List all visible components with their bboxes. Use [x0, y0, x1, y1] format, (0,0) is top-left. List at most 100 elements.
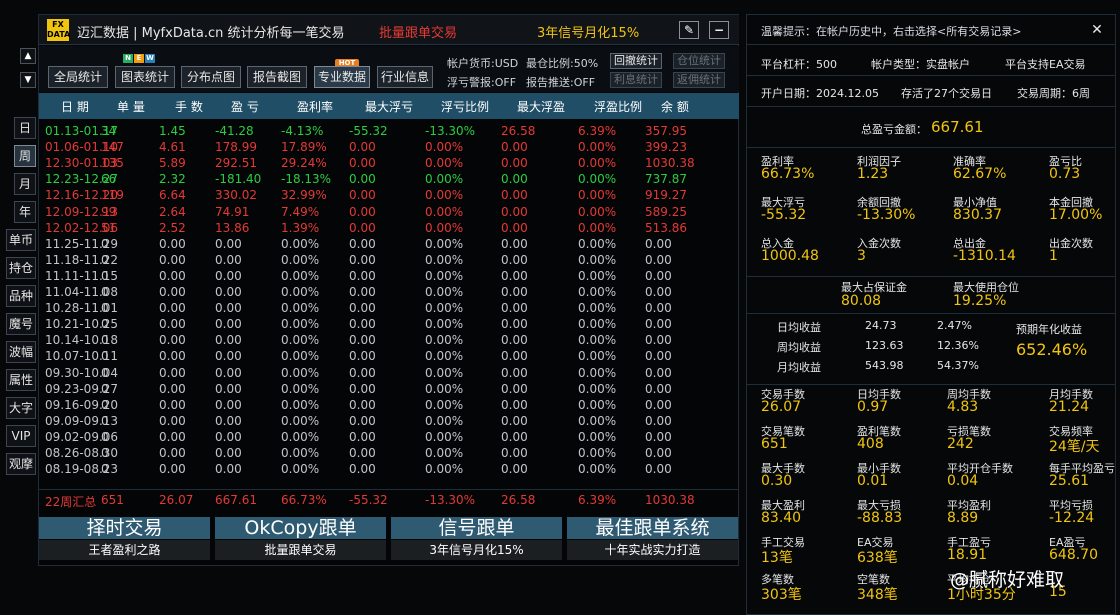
scroll-down-button[interactable]: ▼ [20, 72, 36, 88]
table-cell: 0.00% [425, 365, 464, 380]
minimize-icon[interactable]: − [709, 21, 729, 39]
table-cell: 0.00% [425, 349, 464, 364]
table-row[interactable]: 08.26-08.30 0 0.00 0.00 0.00% 0.00 0.00% 0.00 0.… [39, 446, 739, 462]
table-row[interactable]: 09.02-09.06 0 0.00 0.00 0.00% 0.00 0.00% 0.00 0.… [39, 430, 739, 446]
position-stats-button[interactable]: 仓位统计 [673, 53, 725, 69]
toolbar-button-1[interactable]: 图表统计 [115, 66, 175, 88]
table-row[interactable]: 11.11-11.15 0 0.00 0.00 0.00% 0.00 0.00% 0.00 0.… [39, 269, 739, 285]
table-row[interactable]: 09.09-09.13 0 0.00 0.00 0.00% 0.00 0.00% 0.00 0.… [39, 414, 739, 430]
table-cell: 0.00% [578, 172, 617, 187]
stat-value: 348笔 [857, 587, 898, 603]
table-cell: 0.00 [349, 381, 376, 396]
table-cell: 34 [101, 124, 117, 138]
tip-text: 温馨提示：在帐户历史中，右击选择<所有交易记录> [761, 25, 1022, 38]
filter-tab-0[interactable]: 单币 [6, 229, 36, 251]
scroll-up-button[interactable]: ▲ [20, 48, 36, 64]
table-row[interactable]: 12.09-12.13 99 2.64 74.91 7.49% 0.00 0.00% 0.00… [39, 205, 739, 221]
filter-tab-4[interactable]: 波幅 [6, 341, 36, 363]
trading-period: 交易周期：6周 [1017, 87, 1090, 100]
close-icon[interactable]: ✕ [1089, 22, 1105, 38]
table-cell: 0.00 [501, 204, 528, 219]
table-cell: 0.00% [281, 301, 320, 316]
filter-tab-6[interactable]: 大字 [6, 397, 36, 419]
filter-tab-2[interactable]: 品种 [6, 285, 36, 307]
period-tab-1[interactable]: 周 [14, 145, 36, 167]
table-row[interactable]: 12.30-01.03 135 5.89 292.51 29.24% 0.00 0.00% 0… [39, 156, 739, 172]
date-info: 开户日期：2024.12.05 存活了27个交易日 交易周期：6周 [747, 77, 1116, 107]
edit-icon[interactable]: ✎ [679, 21, 699, 39]
interest-stats-button[interactable]: 利息统计 [610, 72, 662, 88]
stat-value: 1000.48 [761, 248, 819, 264]
filter-tab-3[interactable]: 魔号 [6, 313, 36, 335]
table-cell: 0.00 [645, 317, 672, 332]
table-row[interactable]: 11.04-11.08 0 0.00 0.00 0.00% 0.00 0.00% 0.00 0.… [39, 285, 739, 301]
table-cell: 0.00% [578, 301, 617, 316]
table-row[interactable]: 01.13-01.17 34 1.45 -41.28 -4.13% -55.32 -13.3… [39, 124, 739, 140]
account-currency: 帐户货币:USD [447, 57, 519, 70]
toolbar-button-2[interactable]: 分布点图 [181, 66, 241, 88]
toolbar-button-0[interactable]: 全局统计 [48, 66, 108, 88]
table-row[interactable]: 08.19-08.23 0 0.00 0.00 0.00% 0.00 0.00% 0.00 0.… [39, 462, 739, 478]
table-row[interactable]: 12.23-12.27 66 2.32 -181.40 -18.13% 0.00 0.00%… [39, 172, 739, 188]
filter-tab-8[interactable]: 观摩 [6, 453, 36, 475]
table-cell: 2.32 [159, 172, 186, 187]
table-cell: 6.64 [159, 188, 186, 203]
platform-info: 平台杠杆：500 帐户类型：实盘帐户 平台支持EA交易 [747, 46, 1116, 76]
table-cell: 0.00% [425, 301, 464, 316]
rebate-stats-button[interactable]: 返佣统计 [673, 72, 725, 88]
toolbar-button-5[interactable]: 行业信息 [377, 66, 433, 88]
period-tab-0[interactable]: 日 [14, 117, 36, 139]
table-row[interactable]: 01.06-01.10 147 4.61 178.99 17.89% 0.00 0.00% 0… [39, 140, 739, 156]
summary-cell: 26.58 [501, 493, 536, 507]
filter-tab-7[interactable]: VIP [6, 425, 36, 447]
avg-return-pct: 54.37% [937, 359, 979, 372]
filter-tab-1[interactable]: 持仓 [6, 257, 36, 279]
promo-button-1[interactable]: OkCopy跟单 [215, 517, 386, 539]
promo-button-2[interactable]: 信号跟单 [391, 517, 562, 539]
table-cell: 0 [101, 268, 109, 283]
table-cell: 399.23 [645, 140, 687, 155]
drawdown-stats-button[interactable]: 回撤统计 [610, 53, 662, 69]
table-cell: 0.00 [159, 381, 186, 396]
table-row[interactable]: 10.21-10.25 0 0.00 0.00 0.00% 0.00 0.00% 0.00 0.… [39, 317, 739, 333]
avg-return-label: 周均收益 [777, 341, 821, 354]
table-row[interactable]: 09.30-10.04 0 0.00 0.00 0.00% 0.00 0.00% 0.00 0.… [39, 366, 739, 382]
table-cell: 0.00 [349, 349, 376, 364]
table-cell: 0.00 [159, 429, 186, 444]
summary-cell: 651 [101, 493, 124, 507]
period-tab-2[interactable]: 月 [14, 173, 36, 195]
stat-value: 648.70 [1049, 547, 1098, 563]
summary-cell: 66.73% [281, 493, 327, 507]
table-cell: 0.00% [425, 333, 464, 348]
promo-copy-trading-link[interactable]: 批量跟单交易 [379, 22, 457, 41]
promo-signal-link[interactable]: 3年信号月化15% [537, 22, 639, 41]
table-row[interactable]: 10.14-10.18 0 0.00 0.00 0.00% 0.00 0.00% 0.00 0.… [39, 333, 739, 349]
table-cell: 0.00 [215, 365, 242, 380]
table-cell: 0.00% [425, 172, 464, 187]
filter-tab-5[interactable]: 属性 [6, 369, 36, 391]
table-cell: 0.00 [501, 365, 528, 380]
table-row[interactable]: 09.16-09.20 0 0.00 0.00 0.00% 0.00 0.00% 0.00 0.… [39, 398, 739, 414]
table-cell: 0.00 [215, 333, 242, 348]
promo-button-0[interactable]: 择时交易 [39, 517, 210, 539]
table-row[interactable]: 12.16-12.20 119 6.64 330.02 32.99% 0.00 0.00% 0… [39, 188, 739, 204]
table-row[interactable]: 11.18-11.22 0 0.00 0.00 0.00% 0.00 0.00% 0.00 0.… [39, 253, 739, 269]
column-header: 浮亏比例 [441, 100, 490, 114]
table-cell: 0.00 [501, 252, 528, 267]
stat-value: 0.97 [857, 399, 889, 415]
table-cell: 0.00 [215, 446, 242, 460]
toolbar-button-3[interactable]: 报告截图 [247, 66, 307, 88]
period-tab-3[interactable]: 年 [14, 201, 36, 223]
table-cell: 0.00% [281, 429, 320, 444]
table-row[interactable]: 11.25-11.29 0 0.00 0.00 0.00% 0.00 0.00% 0.00 0.… [39, 237, 739, 253]
table-row[interactable]: 10.28-11.01 0 0.00 0.00 0.00% 0.00 0.00% 0.00 0.… [39, 301, 739, 317]
toolbar-button-4[interactable]: 专业数据 [314, 66, 370, 88]
table-row[interactable]: 10.07-10.11 0 0.00 0.00 0.00% 0.00 0.00% 0.00 0.… [39, 349, 739, 365]
table-cell: 0 [101, 413, 109, 428]
table-cell: 0.00 [501, 446, 528, 460]
promo-button-3[interactable]: 最佳跟单系统 [567, 517, 738, 539]
table-cell: 0.00 [349, 236, 376, 251]
table-cell: 0.00% [578, 317, 617, 332]
table-row[interactable]: 09.23-09.27 0 0.00 0.00 0.00% 0.00 0.00% 0.00 0.… [39, 382, 739, 398]
table-row[interactable]: 12.02-12.06 51 2.52 13.86 1.39% 0.00 0.00% 0.00… [39, 221, 739, 237]
